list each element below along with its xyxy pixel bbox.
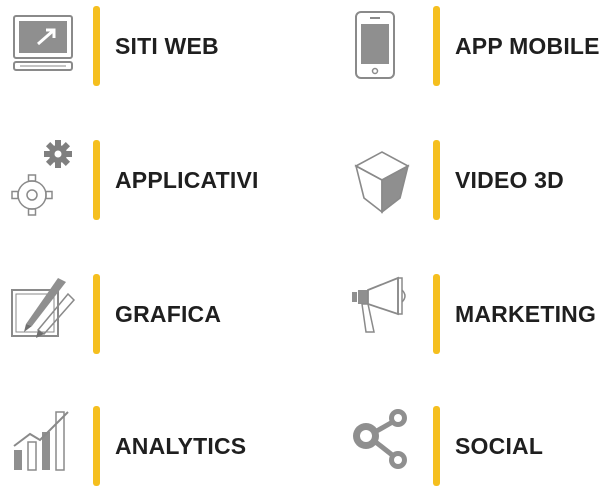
service-label: SOCIAL <box>455 433 544 459</box>
accent-bar <box>433 274 440 354</box>
cube-icon <box>350 140 426 220</box>
accent-bar <box>93 406 100 486</box>
service-item-siti-web[interactable]: SITI WEB <box>10 6 240 86</box>
accent-bar <box>93 140 100 220</box>
service-label: VIDEO 3D <box>455 167 564 193</box>
service-label: GRAFICA <box>115 301 222 327</box>
share-nodes-icon <box>350 406 426 486</box>
service-label: APPLICATIVI <box>115 167 259 193</box>
accent-bar <box>433 406 440 486</box>
accent-bar <box>433 140 440 220</box>
service-label: APP MOBILE <box>455 33 600 59</box>
service-item-app-mobile[interactable]: APP MOBILE <box>350 6 600 86</box>
service-item-grafica[interactable]: GRAFICA <box>10 274 240 354</box>
accent-bar <box>93 274 100 354</box>
service-label: ANALYTICS <box>115 433 247 459</box>
bar-chart-icon <box>10 406 86 486</box>
service-label: MARKETING <box>455 301 597 327</box>
service-item-marketing[interactable]: MARKETING <box>350 274 606 354</box>
service-item-social[interactable]: SOCIAL <box>350 406 570 486</box>
accent-bar <box>433 6 440 86</box>
service-label: SITI WEB <box>115 33 219 59</box>
pen-brush-icon <box>10 274 86 354</box>
smartphone-icon <box>350 6 426 86</box>
gears-icon <box>10 140 86 220</box>
megaphone-icon <box>350 274 426 354</box>
service-item-analytics[interactable]: ANALYTICS <box>10 406 260 486</box>
service-item-applicativi[interactable]: APPLICATIVI <box>10 140 270 220</box>
monitor-icon <box>10 6 86 86</box>
accent-bar <box>93 6 100 86</box>
service-item-video-3d[interactable]: VIDEO 3D <box>350 140 590 220</box>
